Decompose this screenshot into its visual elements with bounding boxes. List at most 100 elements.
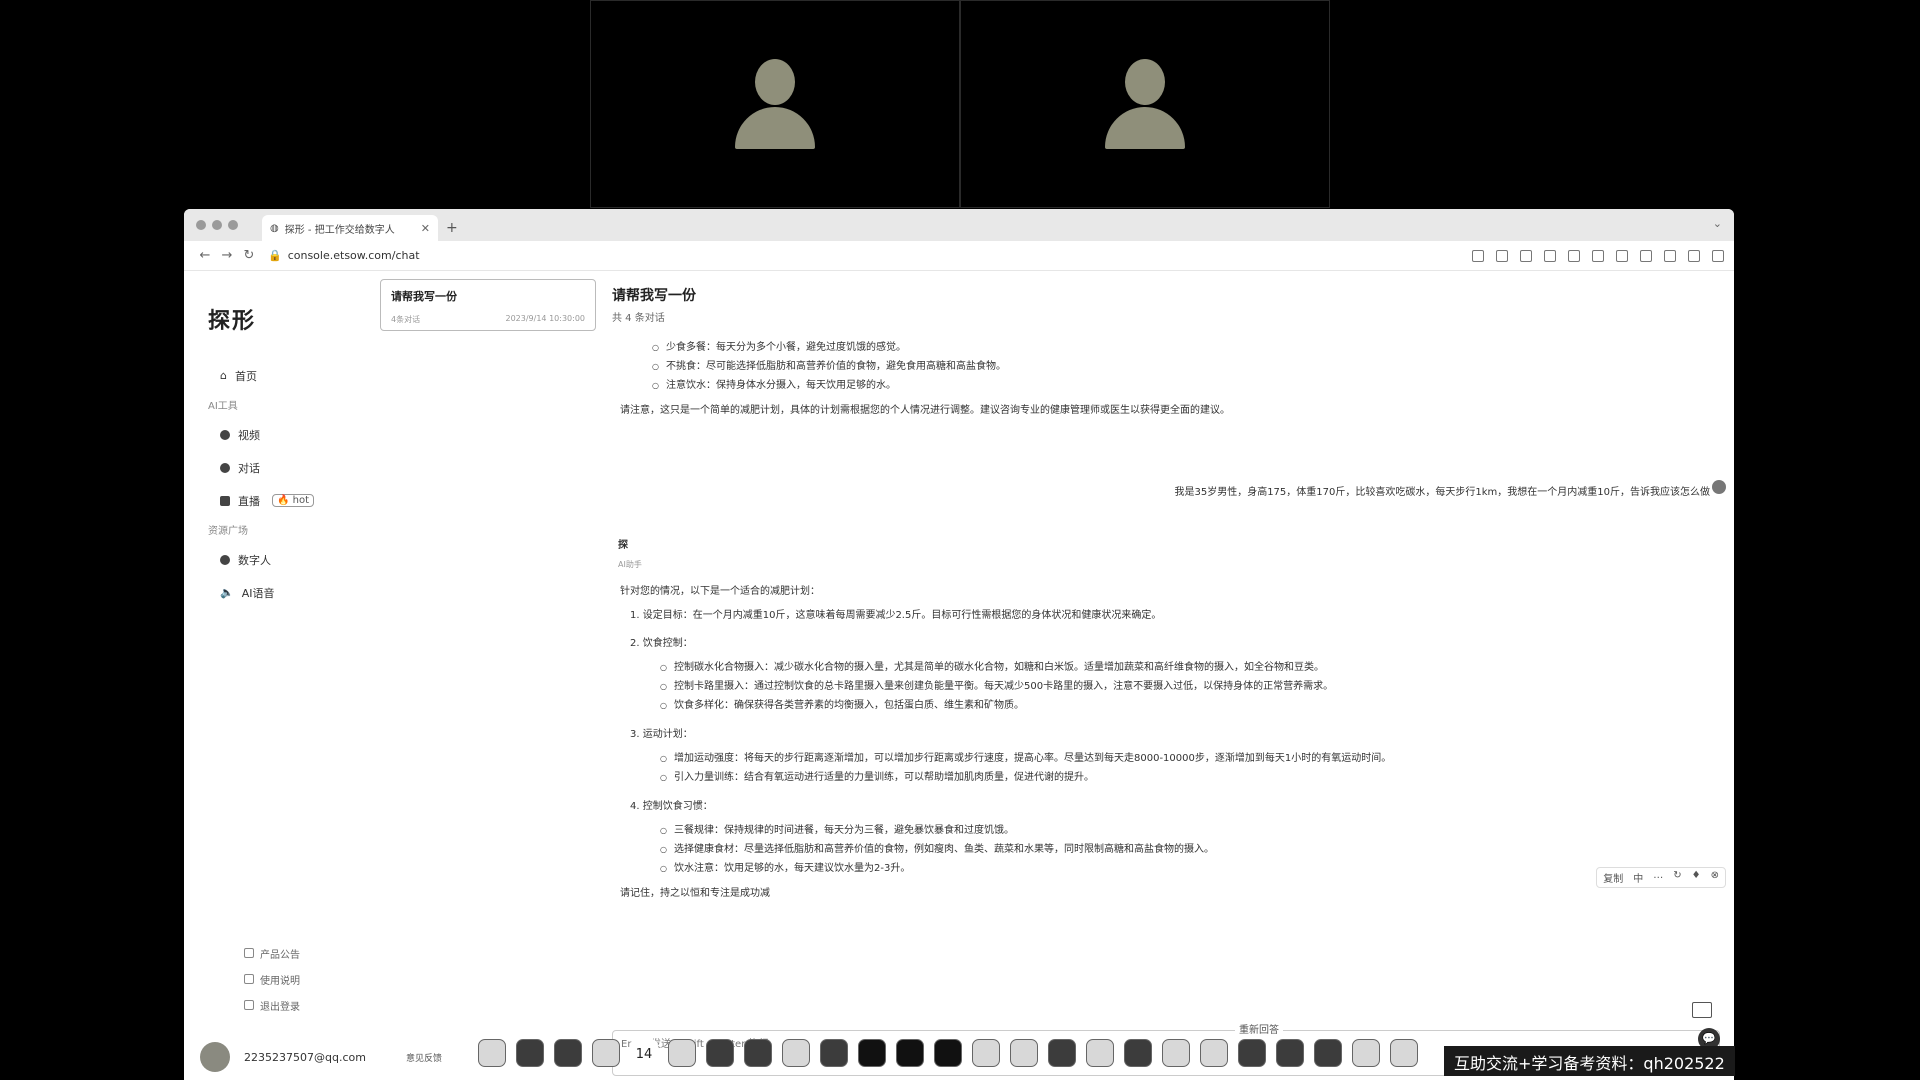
wechat-icon[interactable] bbox=[1276, 1039, 1304, 1067]
sidebar-item-video[interactable]: 视频 bbox=[208, 418, 380, 451]
chat-header: 请帮我写一份 共 4 条对话 bbox=[612, 285, 1720, 324]
new-tab-button[interactable]: + bbox=[446, 220, 458, 236]
puzzle-icon[interactable] bbox=[1640, 249, 1652, 262]
copy-icon[interactable]: 复制 bbox=[1603, 870, 1623, 885]
list-item: 注意饮水：保持身体水分摄入，每天饮用足够的水。 bbox=[652, 376, 1720, 395]
previous-reply-bullets: 少食多餐：每天分为多个小餐，避免过度饥饿的感觉。 不挑食：尽可能选择低脂肪和高营… bbox=[612, 338, 1720, 395]
footer-label: 使用说明 bbox=[260, 975, 300, 987]
finder-icon[interactable] bbox=[478, 1039, 506, 1067]
back-button[interactable]: ← bbox=[194, 248, 216, 263]
footer-item-manual[interactable]: 使用说明 bbox=[244, 966, 300, 992]
tab-title: 探形 - 把工作交给数字人 bbox=[284, 224, 395, 236]
footer-label: 退出登录 bbox=[260, 1001, 300, 1013]
reply-step: 1. 设定目标：在一个月内减重10斤，这意味着每周需要减少2.5斤。目标可行性需… bbox=[630, 602, 1720, 630]
chrome-icon[interactable] bbox=[1124, 1039, 1152, 1067]
pin-icon[interactable]: ♦ bbox=[1692, 870, 1701, 885]
close-tab-icon[interactable]: ✕ bbox=[421, 222, 430, 235]
facetime-icon[interactable] bbox=[706, 1039, 734, 1067]
step-label: 3. 运动计划： bbox=[630, 729, 693, 740]
address-bar: ← → ↻ 🔒 console.etsow.com/chat bbox=[184, 241, 1734, 271]
extension-icon[interactable] bbox=[1616, 249, 1628, 262]
folder-icon[interactable] bbox=[1352, 1039, 1380, 1067]
chat-subtitle: 共 4 条对话 bbox=[612, 313, 665, 324]
sidebar-item-live[interactable]: 直播 🔥 hot bbox=[208, 484, 380, 517]
sidebar-item-ai-voice[interactable]: 🔈 AI语音 bbox=[208, 576, 380, 609]
pencil-icon[interactable] bbox=[1200, 1039, 1228, 1067]
url-text: console.etsow.com/chat bbox=[287, 249, 420, 262]
reload-button[interactable]: ↻ bbox=[238, 248, 260, 263]
list-item: 不挑食：尽可能选择低脂肪和高营养价值的食物，避免食用高糖和高盐食物。 bbox=[652, 357, 1720, 376]
profile-icon[interactable] bbox=[1688, 249, 1700, 262]
wps-icon[interactable] bbox=[1086, 1039, 1114, 1067]
footer-item-logout[interactable]: 退出登录 bbox=[244, 992, 300, 1018]
close-window-button[interactable] bbox=[196, 220, 206, 230]
app-icon[interactable] bbox=[1314, 1039, 1342, 1067]
app-icon[interactable] bbox=[516, 1039, 544, 1067]
user-avatar bbox=[1712, 480, 1726, 494]
sidebar-footer: 产品公告 使用说明 退出登录 bbox=[244, 940, 300, 1018]
conversation-list: 请帮我写一份 4条对话 2023/9/14 10:30:00 bbox=[380, 271, 612, 1080]
announcement-icon bbox=[244, 948, 254, 958]
apple-tv-icon[interactable] bbox=[934, 1039, 962, 1067]
photos-icon[interactable] bbox=[744, 1039, 772, 1067]
safari-icon[interactable] bbox=[592, 1039, 620, 1067]
chevron-down-icon[interactable]: ⌄ bbox=[1713, 217, 1722, 230]
wechat-icon[interactable] bbox=[1010, 1039, 1038, 1067]
maximize-window-button[interactable] bbox=[228, 220, 238, 230]
sidebar-item-digital-human[interactable]: 数字人 bbox=[208, 543, 380, 576]
feedback-link[interactable]: 意见反馈 bbox=[406, 1051, 442, 1064]
extension-icon[interactable] bbox=[1544, 249, 1556, 262]
app-icon[interactable] bbox=[896, 1039, 924, 1067]
sidebar-item-home[interactable]: ⌂ 首页 bbox=[208, 359, 380, 392]
watermark-banner: 互助交流+学习备考资料：qh202522 bbox=[1444, 1046, 1735, 1076]
video-tile-participant-1[interactable] bbox=[590, 0, 960, 208]
conversation-time: 2023/9/14 10:30:00 bbox=[505, 314, 586, 323]
search-icon[interactable] bbox=[1162, 1039, 1190, 1067]
person-icon bbox=[220, 554, 230, 565]
list-item: 饮水注意：饮用足够的水，每天建议饮水量为2-3升。 bbox=[660, 859, 1720, 878]
logout-icon bbox=[244, 1000, 254, 1010]
sidebar-icon[interactable] bbox=[1664, 249, 1676, 262]
hot-badge: 🔥 hot bbox=[272, 494, 315, 507]
chat-panel: 请帮我写一份 共 4 条对话 少食多餐：每天分为多个小餐，避免过度饥饿的感觉。 … bbox=[612, 271, 1734, 1080]
help-icon bbox=[244, 974, 254, 984]
extension-icon[interactable] bbox=[1568, 249, 1580, 262]
launchpad-icon[interactable] bbox=[554, 1039, 582, 1067]
sidebar: 探形 ⌂ 首页 AI工具 视频 对话 直播 🔥 hot 资源广场 数字人 🔈 A… bbox=[184, 271, 442, 1080]
sidebar-item-chat[interactable]: 对话 bbox=[208, 451, 380, 484]
terminal-icon[interactable] bbox=[858, 1039, 886, 1067]
url-field[interactable]: 🔒 console.etsow.com/chat bbox=[268, 249, 1472, 262]
list-item: 增加运动强度：将每天的步行距离逐渐增加，可以增加步行距离或步行速度，提高心率。尽… bbox=[660, 749, 1720, 768]
bookmark-star-icon[interactable] bbox=[1520, 249, 1532, 262]
extension-icon[interactable] bbox=[1592, 249, 1604, 262]
conversation-card[interactable]: 请帮我写一份 4条对话 2023/9/14 10:30:00 bbox=[380, 279, 596, 331]
calendar-icon[interactable]: 14 bbox=[630, 1039, 658, 1067]
video-tile-participant-2[interactable] bbox=[960, 0, 1330, 208]
list-item: 饮食多样化：确保获得各类营养素的均衡摄入，包括蛋白质、维生素和矿物质。 bbox=[660, 696, 1720, 715]
footer-item-announcements[interactable]: 产品公告 bbox=[244, 940, 300, 966]
stop-icon[interactable]: ⊗ bbox=[1711, 870, 1719, 885]
forward-button[interactable]: → bbox=[216, 248, 238, 263]
globe-icon: ◍ bbox=[270, 222, 279, 234]
reminders-icon[interactable] bbox=[972, 1039, 1000, 1067]
minimize-window-button[interactable] bbox=[212, 220, 222, 230]
conversation-title: 请帮我写一份 bbox=[391, 290, 457, 303]
dingtalk-icon[interactable] bbox=[1048, 1039, 1076, 1067]
more-icon[interactable]: … bbox=[1653, 870, 1663, 885]
app-store-icon[interactable] bbox=[782, 1039, 810, 1067]
sidebar-item-label: 直播 bbox=[238, 494, 260, 508]
refresh-icon[interactable]: ↻ bbox=[1673, 870, 1681, 885]
notes-icon[interactable] bbox=[668, 1039, 696, 1067]
browser-tab[interactable]: ◍ 探形 - 把工作交给数字人 ✕ bbox=[262, 215, 438, 241]
app-icon[interactable] bbox=[1238, 1039, 1266, 1067]
reply-outro: 请记住，持之以恒和专注是成功减 bbox=[620, 888, 770, 899]
more-menu-icon[interactable] bbox=[1712, 249, 1724, 262]
settings-icon[interactable] bbox=[820, 1039, 848, 1067]
language-icon[interactable]: 中 bbox=[1633, 870, 1643, 885]
previous-reply-note: 请注意，这只是一个简单的减肥计划，具体的计划需根据您的个人情况进行调整。建议咨询… bbox=[620, 405, 1230, 416]
translate-icon[interactable] bbox=[1472, 249, 1484, 262]
trash-icon[interactable] bbox=[1390, 1039, 1418, 1067]
app-logo: 探形 bbox=[208, 308, 257, 334]
book-icon[interactable] bbox=[1692, 1002, 1712, 1018]
share-icon[interactable] bbox=[1496, 249, 1508, 262]
